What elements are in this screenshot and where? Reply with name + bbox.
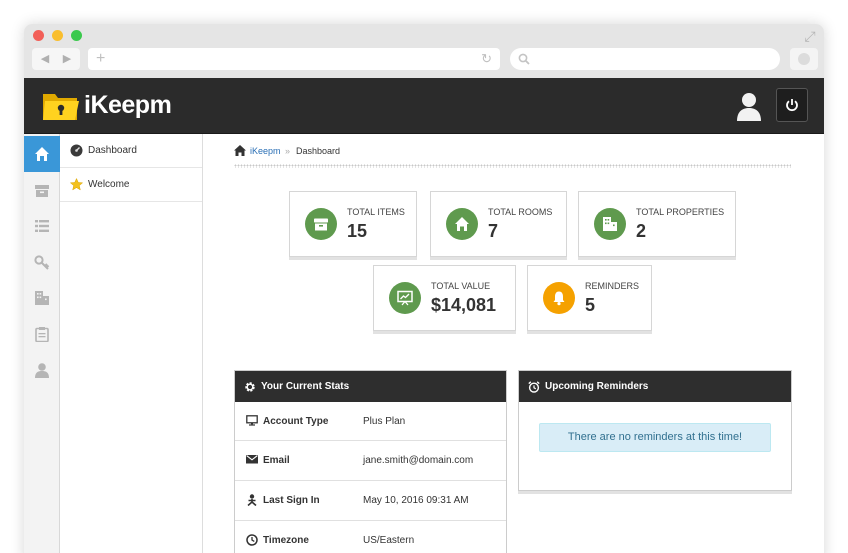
sidebar-item-dashboard[interactable]: Dashboard [60, 134, 202, 168]
stats-key: Account Type [263, 416, 329, 427]
new-tab-plus-icon[interactable]: + [96, 50, 105, 68]
stats-value: Plus Plan [363, 416, 406, 427]
reload-icon[interactable]: ↻ [481, 51, 492, 67]
app-logo-text[interactable]: iKeepm [84, 90, 172, 120]
panel-header: Your Current Stats [235, 371, 506, 402]
breadcrumb-divider [234, 164, 791, 168]
stat-label: TOTAL PROPERTIES [636, 207, 725, 217]
building-icon [603, 217, 617, 231]
sidebar-submenu: Dashboard Welcome [60, 134, 203, 553]
dashboard-icon [70, 144, 83, 157]
stat-label: TOTAL ITEMS [347, 207, 405, 217]
rail-properties[interactable] [24, 280, 60, 316]
stats-row-timezone: Timezone US/Eastern [235, 520, 506, 553]
stat-card-total-properties[interactable]: TOTAL PROPERTIES 2 [578, 191, 736, 257]
browser-nav-buttons: ◀ ▶ [32, 48, 80, 70]
stats-key: Email [263, 455, 290, 466]
list-icon [35, 220, 49, 232]
stats-row-email: Email jane.smith@domain.com [235, 440, 506, 480]
clipboard-icon [35, 327, 49, 342]
breadcrumb-home-link[interactable]: iKeepm [250, 144, 281, 158]
breadcrumb-current: Dashboard [296, 146, 341, 156]
stats-value[interactable]: jane.smith@domain.com [363, 454, 473, 467]
panel-title: Upcoming Reminders [545, 381, 649, 392]
clock-icon [246, 534, 258, 546]
minimize-window-button[interactable] [52, 30, 63, 41]
breadcrumb-separator: » [285, 146, 291, 156]
stat-value: 7 [488, 221, 499, 241]
bell-icon [553, 291, 565, 306]
key-icon [34, 255, 50, 270]
envelope-icon [246, 455, 258, 464]
stat-icon-circle [594, 208, 626, 240]
stats-value: US/Eastern [363, 535, 415, 546]
stat-value: $14,081 [431, 295, 497, 315]
box-icon [35, 185, 49, 197]
rail-home[interactable] [24, 136, 60, 172]
panel-header: Upcoming Reminders [519, 371, 791, 402]
monitor-icon [246, 415, 258, 426]
icon-rail [24, 134, 60, 553]
panel-title: Your Current Stats [261, 381, 350, 392]
rail-clipboard[interactable] [24, 316, 60, 352]
close-window-button[interactable] [33, 30, 44, 41]
gear-icon [245, 382, 255, 392]
forward-arrow-icon[interactable]: ▶ [61, 52, 73, 66]
user-avatar-icon[interactable] [735, 90, 763, 122]
browser-chrome: ⤢ ◀ ▶ + ↻ [24, 24, 824, 78]
browser-window: ⤢ ◀ ▶ + ↻ iKeepm Dashboard Welcome iKeep… [24, 24, 824, 553]
star-icon [70, 178, 83, 191]
alarm-clock-icon [528, 381, 540, 393]
fullscreen-icon[interactable]: ⤢ [802, 28, 818, 44]
back-arrow-icon[interactable]: ◀ [39, 52, 51, 66]
address-bar[interactable]: + ↻ [88, 48, 500, 70]
rail-list[interactable] [24, 208, 60, 244]
stats-key: Last Sign In [263, 495, 320, 506]
sidebar-item-label: Dashboard [88, 145, 137, 156]
stat-value: 5 [585, 295, 596, 315]
logout-power-button[interactable] [776, 88, 808, 122]
stat-card-reminders[interactable]: REMINDERS 5 [527, 265, 652, 331]
power-icon [786, 99, 798, 112]
home-icon [35, 147, 49, 161]
stat-label: REMINDERS [585, 281, 640, 291]
building-icon [35, 291, 49, 305]
stats-value: May 10, 2016 09:31 AM [363, 495, 469, 506]
stat-icon-circle [446, 208, 478, 240]
home-icon[interactable] [234, 145, 246, 156]
sign-in-icon [247, 494, 257, 506]
stat-icon-circle [389, 282, 421, 314]
stat-icon-circle [305, 208, 337, 240]
stats-row-account-type: Account Type Plus Plan [235, 402, 506, 442]
stats-row-last-sign-in: Last Sign In May 10, 2016 09:31 AM [235, 480, 506, 520]
browser-search-input[interactable] [510, 48, 780, 70]
stat-label: TOTAL VALUE [431, 281, 491, 291]
box-icon [314, 218, 328, 231]
sidebar-item-welcome[interactable]: Welcome [60, 168, 202, 202]
browser-extension-button[interactable] [790, 48, 818, 70]
folder-lock-logo-icon [43, 94, 79, 120]
search-icon [518, 53, 530, 65]
maximize-window-button[interactable] [71, 30, 82, 41]
house-icon [455, 217, 469, 231]
app-header: iKeepm [24, 78, 824, 134]
rail-user[interactable] [24, 352, 60, 388]
chart-board-icon [397, 290, 413, 306]
user-icon [35, 363, 49, 378]
stat-icon-circle [543, 282, 575, 314]
current-stats-panel: Your Current Stats Account Type Plus Pla… [234, 370, 507, 553]
rail-keys[interactable] [24, 244, 60, 280]
rail-items[interactable] [24, 172, 60, 208]
stat-card-total-items[interactable]: TOTAL ITEMS 15 [289, 191, 417, 257]
extension-icon [798, 53, 810, 65]
stat-card-total-value[interactable]: TOTAL VALUE $14,081 [373, 265, 516, 331]
upcoming-reminders-panel: Upcoming Reminders There are no reminder… [518, 370, 792, 491]
stat-label: TOTAL ROOMS [488, 207, 553, 217]
stats-key: Timezone [263, 535, 309, 546]
sidebar-item-label: Welcome [88, 179, 130, 190]
no-reminders-alert: There are no reminders at this time! [539, 423, 771, 452]
stat-value: 15 [347, 221, 368, 241]
stat-value: 2 [636, 221, 647, 241]
stat-card-total-rooms[interactable]: TOTAL ROOMS 7 [430, 191, 567, 257]
